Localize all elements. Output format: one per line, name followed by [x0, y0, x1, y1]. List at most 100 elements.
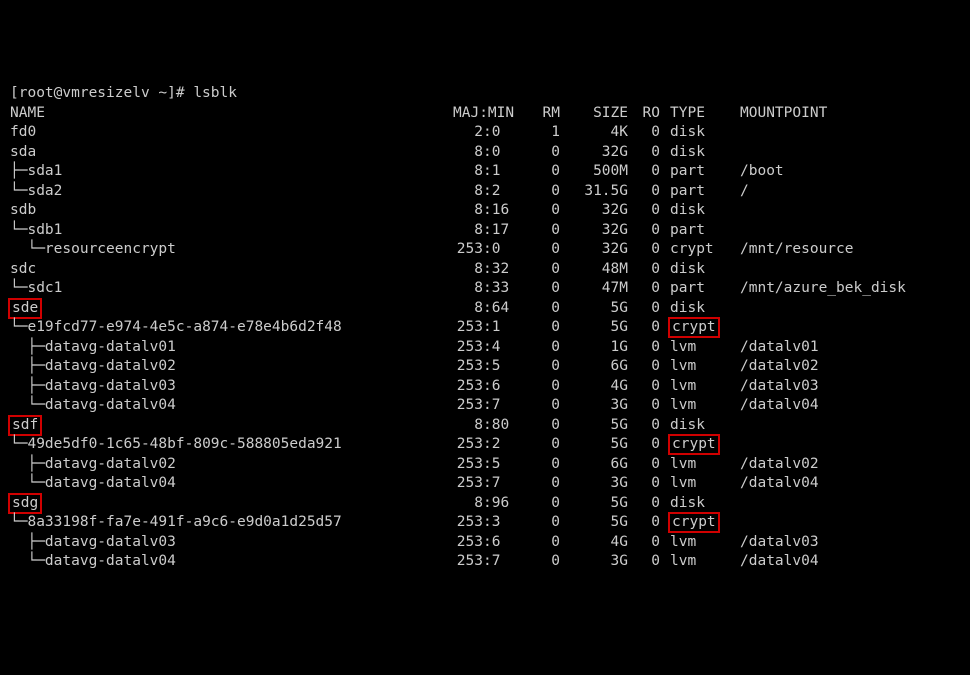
mountpoint: /datalv04 [740, 396, 819, 416]
device-name: └─sdb1 [10, 221, 62, 241]
device-type: lvm [670, 455, 696, 475]
device-name: └─8a33198f-fa7e-491f-a9c6-e9d0a1d25d57 [10, 513, 342, 533]
device-type: crypt [670, 513, 718, 533]
maj-min: 253:0 [453, 240, 525, 260]
device-name: └─datavg-datalv04 [10, 396, 176, 416]
shell-prompt: [root@vmresizelv ~]# lsblk [10, 84, 237, 104]
mountpoint: /datalv03 [740, 377, 819, 397]
device-type: disk [670, 201, 705, 221]
mountpoint: /mnt/azure_bek_disk [740, 279, 906, 299]
device-name: ├─datavg-datalv03 [10, 533, 176, 553]
mountpoint: /datalv04 [740, 474, 819, 494]
mountpoint: /datalv02 [740, 455, 819, 475]
maj-min: 253:2 [453, 435, 525, 455]
maj-min: 8:33 [453, 279, 525, 299]
shell-prompt-line: [root@vmresizelv ~]# lsblk [10, 84, 960, 104]
device-type: part [670, 162, 705, 182]
device-name: sdf [10, 416, 40, 436]
maj-min: 253:4 [453, 338, 525, 358]
device-type: disk [670, 416, 705, 436]
device-type: part [670, 182, 705, 202]
device-type: disk [670, 494, 705, 514]
maj-min: 8:80 [453, 416, 525, 436]
device-name: sdc [10, 260, 36, 280]
device-type: disk [670, 123, 705, 143]
lsblk-row: sdf8:8005G0disk [10, 416, 960, 436]
lsblk-row: └─datavg-datalv04253:703G0lvm/datalv04 [10, 552, 960, 572]
device-name: └─resourceencrypt [10, 240, 176, 260]
maj-min: 8:17 [453, 221, 525, 241]
maj-min: 8:2 [453, 182, 525, 202]
lsblk-row: └─49de5df0-1c65-48bf-809c-588805eda92125… [10, 435, 960, 455]
lsblk-row: ├─sda18:10500M0part/boot [10, 162, 960, 182]
maj-min: 8:0 [453, 143, 525, 163]
maj-min: 253:7 [453, 552, 525, 572]
lsblk-header: NAMEMAJ:MINRMSIZEROTYPEMOUNTPOINT [10, 104, 960, 124]
mountpoint: /datalv04 [740, 552, 819, 572]
maj-min: 253:5 [453, 357, 525, 377]
lsblk-row: sdg8:9605G0disk [10, 494, 960, 514]
maj-min: 253:5 [453, 455, 525, 475]
device-type: disk [670, 143, 705, 163]
lsblk-row: fd02:014K0disk [10, 123, 960, 143]
device-type: part [670, 221, 705, 241]
maj-min: 253:3 [453, 513, 525, 533]
terminal-output: [root@vmresizelv ~]# lsblkNAMEMAJ:MINRMS… [10, 84, 960, 572]
lsblk-row: └─sda28:2031.5G0part/ [10, 182, 960, 202]
device-name: └─sda2 [10, 182, 62, 202]
device-name: sda [10, 143, 36, 163]
maj-min: 8:32 [453, 260, 525, 280]
lsblk-row: sdb8:16032G0disk [10, 201, 960, 221]
device-type: part [670, 279, 705, 299]
maj-min: 253:6 [453, 377, 525, 397]
lsblk-row: └─sdb18:17032G0part [10, 221, 960, 241]
lsblk-row: └─e19fcd77-e974-4e5c-a874-e78e4b6d2f4825… [10, 318, 960, 338]
device-type: lvm [670, 552, 696, 572]
device-type: lvm [670, 357, 696, 377]
mountpoint: /boot [740, 162, 784, 182]
lsblk-row: └─datavg-datalv04253:703G0lvm/datalv04 [10, 474, 960, 494]
device-name: sdb [10, 201, 36, 221]
device-name: ├─datavg-datalv01 [10, 338, 176, 358]
device-name: └─datavg-datalv04 [10, 552, 176, 572]
highlight-box: crypt [668, 512, 720, 533]
highlight-box: sdg [8, 493, 42, 514]
device-name: ├─datavg-datalv03 [10, 377, 176, 397]
maj-min: 8:1 [453, 162, 525, 182]
device-type: lvm [670, 474, 696, 494]
device-name: └─datavg-datalv04 [10, 474, 176, 494]
highlight-box: crypt [668, 434, 720, 455]
lsblk-row: └─sdc18:33047M0part/mnt/azure_bek_disk [10, 279, 960, 299]
lsblk-row: └─8a33198f-fa7e-491f-a9c6-e9d0a1d25d57 25… [10, 513, 960, 533]
device-type: disk [670, 260, 705, 280]
mountpoint: /mnt/resource [740, 240, 854, 260]
device-type: lvm [670, 338, 696, 358]
mountpoint: / [740, 182, 749, 202]
device-type: crypt [670, 435, 718, 455]
device-type: crypt [670, 318, 718, 338]
maj-min: 253:7 [453, 396, 525, 416]
maj-min: 253:7 [453, 474, 525, 494]
mountpoint: /datalv03 [740, 533, 819, 553]
maj-min: 8:96 [453, 494, 525, 514]
device-type: lvm [670, 377, 696, 397]
device-name: ├─sda1 [10, 162, 62, 182]
maj-min: 253:6 [453, 533, 525, 553]
device-name: └─sdc1 [10, 279, 62, 299]
device-name: sdg [10, 494, 40, 514]
device-type: crypt [670, 240, 714, 260]
device-name: fd0 [10, 123, 36, 143]
device-name: └─e19fcd77-e974-4e5c-a874-e78e4b6d2f48 [10, 318, 342, 338]
device-type: lvm [670, 533, 696, 553]
device-name: ├─datavg-datalv02 [10, 455, 176, 475]
highlight-box: crypt [668, 317, 720, 338]
mountpoint: /datalv01 [740, 338, 819, 358]
lsblk-row: ├─datavg-datalv03253:604G0lvm/datalv03 [10, 377, 960, 397]
maj-min: 8:16 [453, 201, 525, 221]
lsblk-row: ├─datavg-datalv02253:506G0lvm/datalv02 [10, 455, 960, 475]
lsblk-row: ├─datavg-datalv02253:506G0lvm/datalv02 [10, 357, 960, 377]
lsblk-row: └─resourceencrypt253:0032G0crypt/mnt/res… [10, 240, 960, 260]
lsblk-row: sde8:6405G0disk [10, 299, 960, 319]
maj-min: 8:64 [453, 299, 525, 319]
lsblk-row: └─datavg-datalv04253:703G0lvm/datalv04 [10, 396, 960, 416]
